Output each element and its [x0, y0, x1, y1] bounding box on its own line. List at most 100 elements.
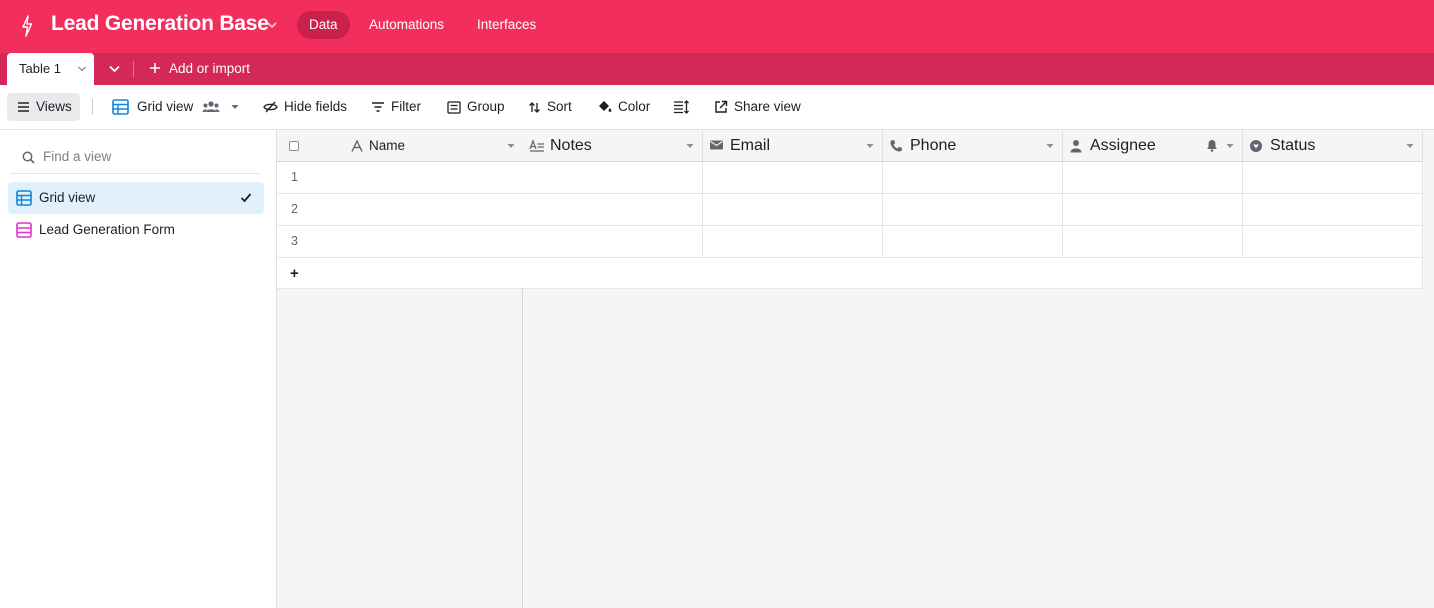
caret-down-icon[interactable] — [507, 143, 515, 149]
grid-icon — [112, 99, 129, 115]
group-label: Group — [467, 99, 505, 114]
text-icon — [351, 140, 363, 152]
cell-assignee[interactable] — [1063, 194, 1243, 226]
view-toolbar: Views Grid view Hide fields Filter Group — [0, 85, 1434, 130]
hide-fields-label: Hide fields — [284, 99, 348, 114]
row-number: 1 — [291, 170, 298, 184]
cell-phone[interactable] — [883, 226, 1063, 258]
add-row-button[interactable]: + — [277, 258, 523, 289]
nav-interfaces[interactable]: Interfaces — [465, 11, 548, 39]
cell-phone[interactable] — [883, 194, 1063, 226]
table-row[interactable]: 1 — [277, 162, 523, 194]
views-label: Views — [36, 99, 72, 114]
table-row[interactable] — [523, 226, 1423, 258]
field-header-email[interactable]: Email — [703, 130, 883, 162]
select-all-checkbox[interactable] — [289, 141, 299, 151]
views-sidebar: Find a view Grid view Lead Generation Fo… — [0, 130, 277, 608]
tab-divider — [133, 61, 134, 77]
row-number: 3 — [291, 234, 298, 248]
collaborators-icon — [202, 101, 220, 112]
field-header-notes[interactable]: Notes — [523, 130, 703, 162]
sidebar-item-label: Lead Generation Form — [39, 222, 175, 237]
nav-automations[interactable]: Automations — [357, 11, 456, 39]
sort-icon — [529, 101, 540, 113]
field-header-assignee[interactable]: Assignee — [1063, 130, 1243, 162]
caret-down-icon[interactable] — [866, 143, 874, 149]
table-tab-bar: Table 1 Add or import — [0, 53, 1434, 85]
chevron-down-icon[interactable] — [77, 65, 87, 73]
cell-status[interactable] — [1243, 194, 1423, 226]
sidebar-item-grid-view[interactable]: Grid view — [8, 182, 264, 214]
cell-status[interactable] — [1243, 226, 1423, 258]
cell-email[interactable] — [703, 194, 883, 226]
field-header-status[interactable]: Status — [1243, 130, 1423, 162]
paint-bucket-icon — [599, 101, 612, 112]
row-height-button[interactable] — [673, 93, 695, 121]
app-header: Lead Generation Base Data Automations In… — [0, 0, 1434, 53]
caret-down-icon — [231, 105, 239, 109]
email-icon — [710, 140, 723, 150]
chevron-down-icon[interactable] — [265, 18, 279, 32]
table-row[interactable]: 3 — [277, 226, 523, 258]
add-row-plus: + — [290, 265, 299, 282]
nav-data[interactable]: Data — [297, 11, 350, 39]
row-number: 2 — [291, 202, 298, 216]
hide-fields-button[interactable]: Hide fields — [263, 93, 347, 121]
sidebar-item-lead-generation-form[interactable]: Lead Generation Form — [8, 214, 264, 246]
cell-status[interactable] — [1243, 162, 1423, 194]
bell-icon[interactable] — [1206, 139, 1218, 152]
caret-down-icon[interactable] — [686, 143, 694, 149]
menu-icon — [18, 102, 29, 112]
cell-notes[interactable] — [523, 194, 703, 226]
find-view-search[interactable]: Find a view — [10, 142, 260, 174]
cell-notes[interactable] — [523, 162, 703, 194]
add-row-strip[interactable] — [523, 258, 1423, 289]
user-icon — [1070, 140, 1082, 153]
add-or-import-button[interactable]: Add or import — [149, 53, 250, 85]
phone-icon — [890, 140, 902, 152]
cell-notes[interactable] — [523, 226, 703, 258]
caret-down-icon[interactable] — [1046, 143, 1054, 149]
table-row[interactable] — [523, 162, 1423, 194]
share-icon — [715, 100, 728, 113]
views-button[interactable]: Views — [7, 93, 80, 121]
long-text-icon — [529, 139, 544, 152]
cell-email[interactable] — [703, 162, 883, 194]
tab-label: Table 1 — [19, 61, 61, 76]
grid-icon — [16, 190, 32, 206]
caret-down-icon[interactable] — [1406, 143, 1414, 149]
filter-button[interactable]: Filter — [371, 93, 421, 121]
table-row[interactable] — [523, 194, 1423, 226]
group-button[interactable]: Group — [447, 93, 505, 121]
single-select-icon — [1250, 140, 1262, 152]
primary-field-header[interactable]: Name — [277, 130, 523, 162]
base-title[interactable]: Lead Generation Base — [51, 12, 269, 36]
sort-label: Sort — [547, 99, 572, 114]
field-label-name: Name — [369, 138, 406, 153]
field-label: Email — [730, 137, 771, 154]
cell-phone[interactable] — [883, 162, 1063, 194]
cell-email[interactable] — [703, 226, 883, 258]
tab-table-1[interactable]: Table 1 — [7, 53, 94, 85]
color-button[interactable]: Color — [597, 93, 650, 121]
grid-view-switcher[interactable]: Grid view — [112, 93, 246, 121]
sidebar-item-label: Grid view — [39, 190, 96, 205]
plus-icon — [150, 63, 160, 73]
check-icon — [240, 193, 252, 203]
cell-assignee[interactable] — [1063, 226, 1243, 258]
field-label: Status — [1270, 137, 1316, 154]
field-label: Assignee — [1090, 137, 1156, 154]
group-icon — [447, 100, 461, 114]
cell-assignee[interactable] — [1063, 162, 1243, 194]
table-row[interactable]: 2 — [277, 194, 523, 226]
form-icon — [16, 222, 32, 238]
sort-button[interactable]: Sort — [528, 93, 572, 121]
toolbar-divider — [92, 99, 93, 115]
caret-down-icon[interactable] — [1226, 143, 1234, 149]
eye-slash-icon — [263, 101, 278, 113]
share-view-button[interactable]: Share view — [714, 93, 801, 121]
field-header-phone[interactable]: Phone — [883, 130, 1063, 162]
bolt-icon[interactable] — [18, 14, 36, 38]
filter-icon — [372, 102, 384, 112]
all-tables-chevron-icon[interactable] — [108, 63, 121, 75]
